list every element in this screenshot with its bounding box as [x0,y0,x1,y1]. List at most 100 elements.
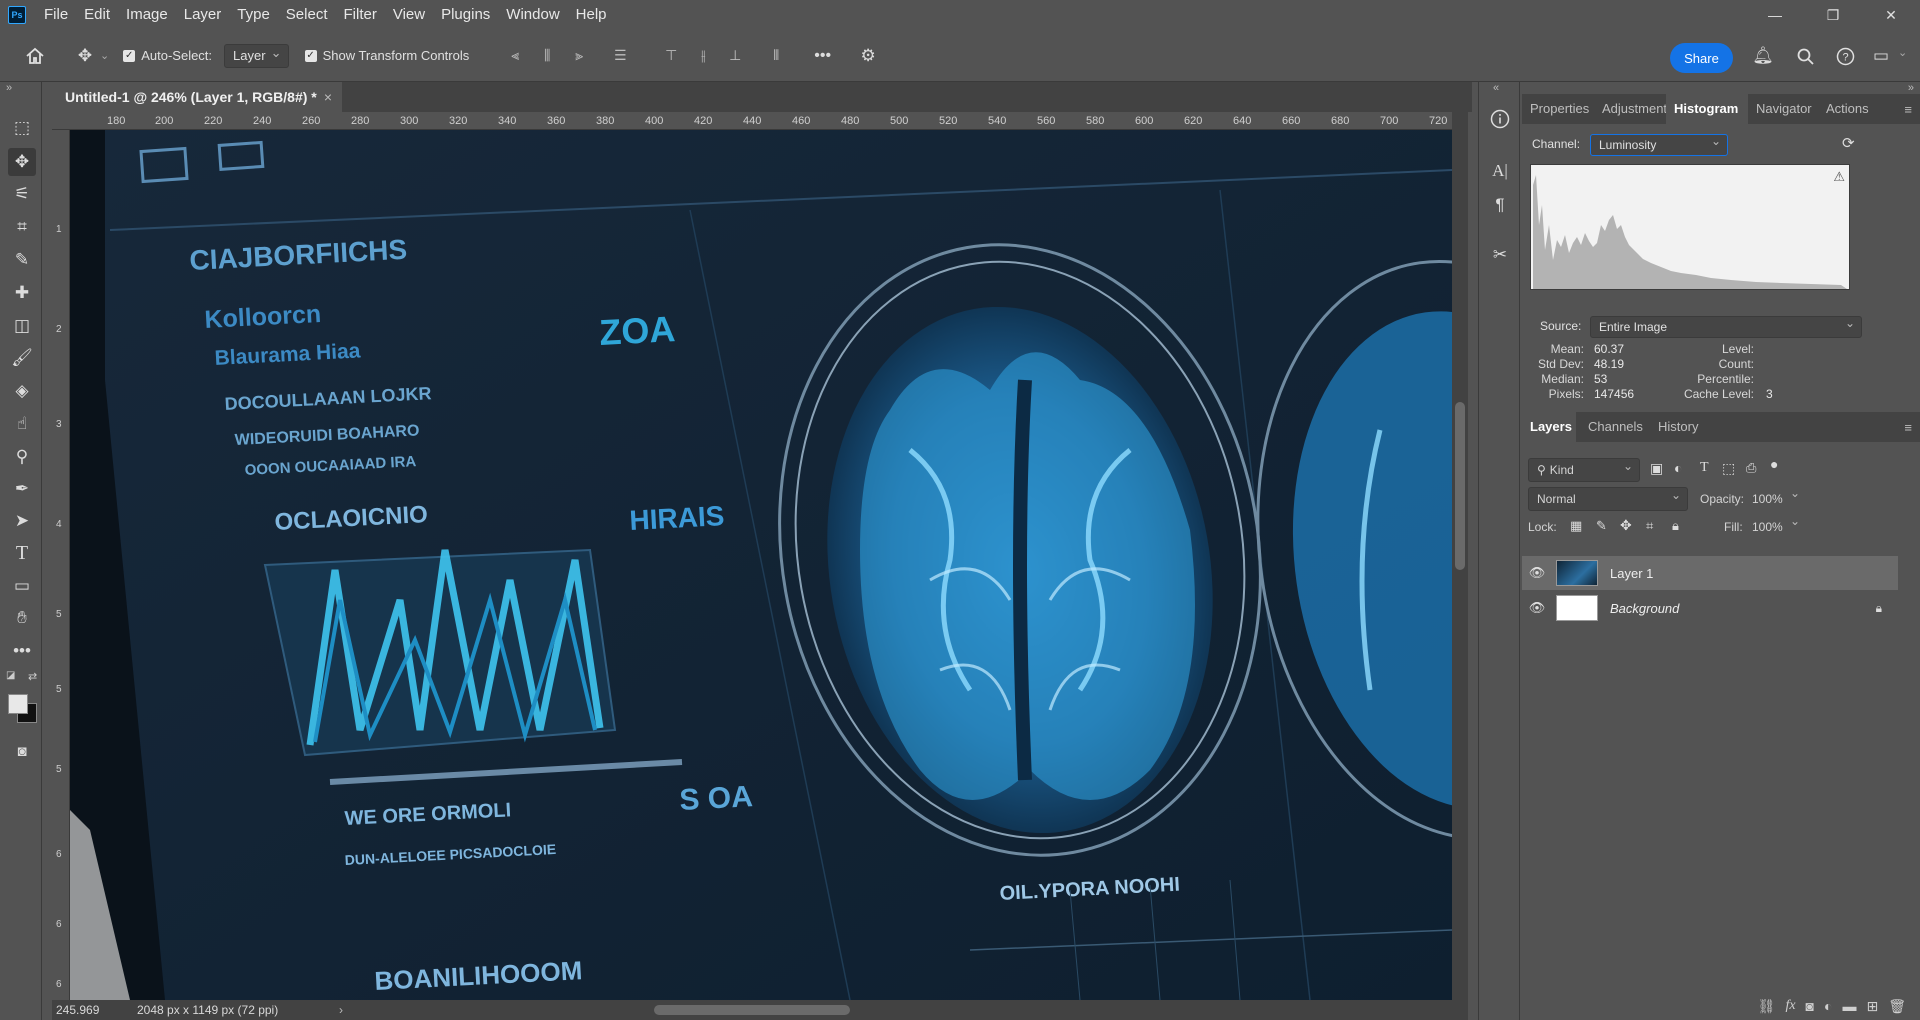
path-selection-tool-icon[interactable]: ➤ [8,507,36,535]
show-transform-checkbox[interactable]: ✓ [304,49,317,62]
foreground-color-swatch[interactable] [8,694,28,714]
dodge-tool-icon[interactable]: ⚲ [8,443,36,471]
share-button[interactable]: Share [1670,43,1733,73]
layer-name[interactable]: Layer 1 [1610,566,1653,581]
collapse-strip-icon[interactable]: « [1493,82,1499,94]
vertical-ruler[interactable]: 1 2 3 4 5 5 5 6 6 6 [52,130,70,1000]
photoshop-logo-icon[interactable]: Ps [8,6,26,24]
menu-filter[interactable]: Filter [336,0,385,30]
blend-mode-dropdown[interactable]: Normal ⌄ [1528,487,1688,511]
distribute-v-icon[interactable]: ⦀ [765,45,787,67]
menu-edit[interactable]: Edit [76,0,118,30]
smudge-tool-icon[interactable]: ☝︎ [8,410,36,438]
eyedropper-tool-icon[interactable]: ✎ [8,246,36,274]
layer-name[interactable]: Background [1610,601,1679,616]
menu-file[interactable]: File [36,0,76,30]
vertical-scroll-thumb[interactable] [1455,402,1465,570]
default-colors-icon[interactable]: ◪ [6,670,15,681]
menu-type[interactable]: Type [229,0,278,30]
auto-select-checkbox[interactable]: ✓ [123,49,136,62]
search-icon[interactable] [1790,41,1820,71]
new-layer-icon[interactable]: ⊞ [1866,998,1878,1015]
tab-adjustments[interactable]: Adjustments [1594,94,1666,124]
fill-chevron-icon[interactable]: ⌄ [1790,514,1800,528]
tool-preset-chevron-icon[interactable]: ⌄ [100,49,109,62]
collapse-toolbar-icon[interactable]: » [6,82,12,94]
brush-tool-icon[interactable]: 🖌︎ [8,344,36,372]
close-tab-icon[interactable]: × [324,82,332,112]
layers-menu-icon[interactable]: ≡ [1904,420,1912,435]
lock-all-icon[interactable]: 🔒︎ [1672,518,1679,534]
filter-smart-object-icon[interactable]: ⎙ [1746,460,1756,476]
home-icon[interactable] [20,41,50,71]
align-right-icon[interactable]: ⫸ [568,45,590,67]
eye-icon[interactable]: 👁︎ [1522,600,1552,616]
magic-wand-tool-icon[interactable]: ⚟ [8,180,36,208]
align-left-icon[interactable]: ⫷ [504,45,526,67]
layer-row-layer-1[interactable]: 👁︎ Layer 1 [1522,556,1898,590]
close-window-button[interactable]: ✕ [1862,0,1920,30]
horizontal-scroll-thumb[interactable] [654,1005,850,1015]
auto-select-target-dropdown[interactable]: Layer [224,42,289,68]
tab-channels[interactable]: Channels [1576,412,1646,442]
pen-tool-icon[interactable]: ✒ [8,475,36,503]
tab-navigator[interactable]: Navigator [1748,94,1818,124]
panel-menu-icon[interactable]: ≡ [1904,102,1912,117]
document-canvas[interactable]: CIAJBORFIICHS Kolloorcn Blaurama Hiaa DO… [70,130,1452,1000]
menu-image[interactable]: Image [118,0,176,30]
move-tool-icon[interactable]: ✥ [8,148,36,176]
horizontal-ruler[interactable]: 180 200 220 240 260 280 300 320 340 360 … [52,112,1452,130]
zoom-level-field[interactable]: 245.969 [52,1003,137,1017]
vertical-scrollbar[interactable] [1452,112,1468,1000]
collapse-panels-icon[interactable]: » [1908,82,1914,94]
new-group-icon[interactable]: ▬ [1842,998,1856,1014]
filter-pixel-icon[interactable]: ▣ [1650,460,1663,477]
eye-icon[interactable]: 👁︎ [1522,565,1552,581]
layer-filter-dropdown[interactable]: ⚲ Kind ⌄ [1528,458,1640,482]
info-icon[interactable] [1485,104,1515,134]
tab-layers[interactable]: Layers [1522,412,1576,442]
tab-properties[interactable]: Properties [1522,94,1594,124]
menu-help[interactable]: Help [568,0,615,30]
filter-adjustment-icon[interactable]: ◐ [1674,460,1682,476]
workspace-icon[interactable]: ▭ [1866,41,1896,71]
menu-view[interactable]: View [385,0,433,30]
menu-window[interactable]: Window [498,0,567,30]
character-icon[interactable]: A| [1485,156,1515,186]
menu-select[interactable]: Select [278,0,336,30]
rectangle-tool-icon[interactable]: ▭ [8,572,36,600]
quick-mask-icon[interactable]: ◙ [8,737,36,765]
more-options-icon[interactable]: ••• [814,47,831,65]
layer-style-icon[interactable]: fx [1785,998,1795,1014]
layer-row-background[interactable]: 👁︎ Background 🔒︎ [1522,591,1898,625]
document-tab[interactable]: Untitled-1 @ 246% (Layer 1, RGB/8#) * × [52,82,342,112]
filter-toggle-icon[interactable]: ● [1770,456,1778,472]
distribute-h-icon[interactable]: ☰ [609,45,631,67]
paint-bucket-tool-icon[interactable]: ◈ [8,377,36,405]
align-top-icon[interactable]: ⊤ [660,45,682,67]
tab-histogram[interactable]: Histogram [1666,94,1748,124]
tools-presets-icon[interactable]: ✂ [1485,240,1515,270]
type-tool-icon[interactable]: T [8,539,36,567]
status-menu-arrow-icon[interactable]: › [339,1003,343,1017]
filter-type-icon[interactable]: T [1700,460,1709,476]
opacity-chevron-icon[interactable]: ⌄ [1790,486,1800,500]
gear-icon[interactable]: ⚙ [853,41,883,71]
menu-layer[interactable]: Layer [176,0,230,30]
bell-icon[interactable]: 🔔︎ [1748,41,1778,71]
align-center-h-icon[interactable]: ⫼ [536,45,558,67]
lock-transparent-icon[interactable]: ▦ [1570,518,1582,534]
minimize-button[interactable]: — [1746,0,1804,30]
horizontal-scrollbar[interactable] [412,1005,1492,1015]
eraser-tool-icon[interactable]: ◫ [8,312,36,340]
swap-colors-icon[interactable]: ⇄ [28,670,37,683]
adjustment-layer-icon[interactable]: ◐ [1824,998,1832,1014]
workspace-chevron-icon[interactable]: ⌄ [1898,46,1907,59]
warning-icon[interactable]: ⚠ [1833,169,1845,185]
refresh-icon[interactable]: ⟳ [1842,134,1855,152]
help-icon[interactable]: ? [1830,41,1860,71]
link-layers-icon[interactable]: ⛓ [1758,998,1776,1015]
healing-brush-tool-icon[interactable]: ✚ [8,279,36,307]
channel-dropdown[interactable]: Luminosity [1590,131,1728,156]
lock-position-icon[interactable]: ✥ [1620,517,1632,534]
